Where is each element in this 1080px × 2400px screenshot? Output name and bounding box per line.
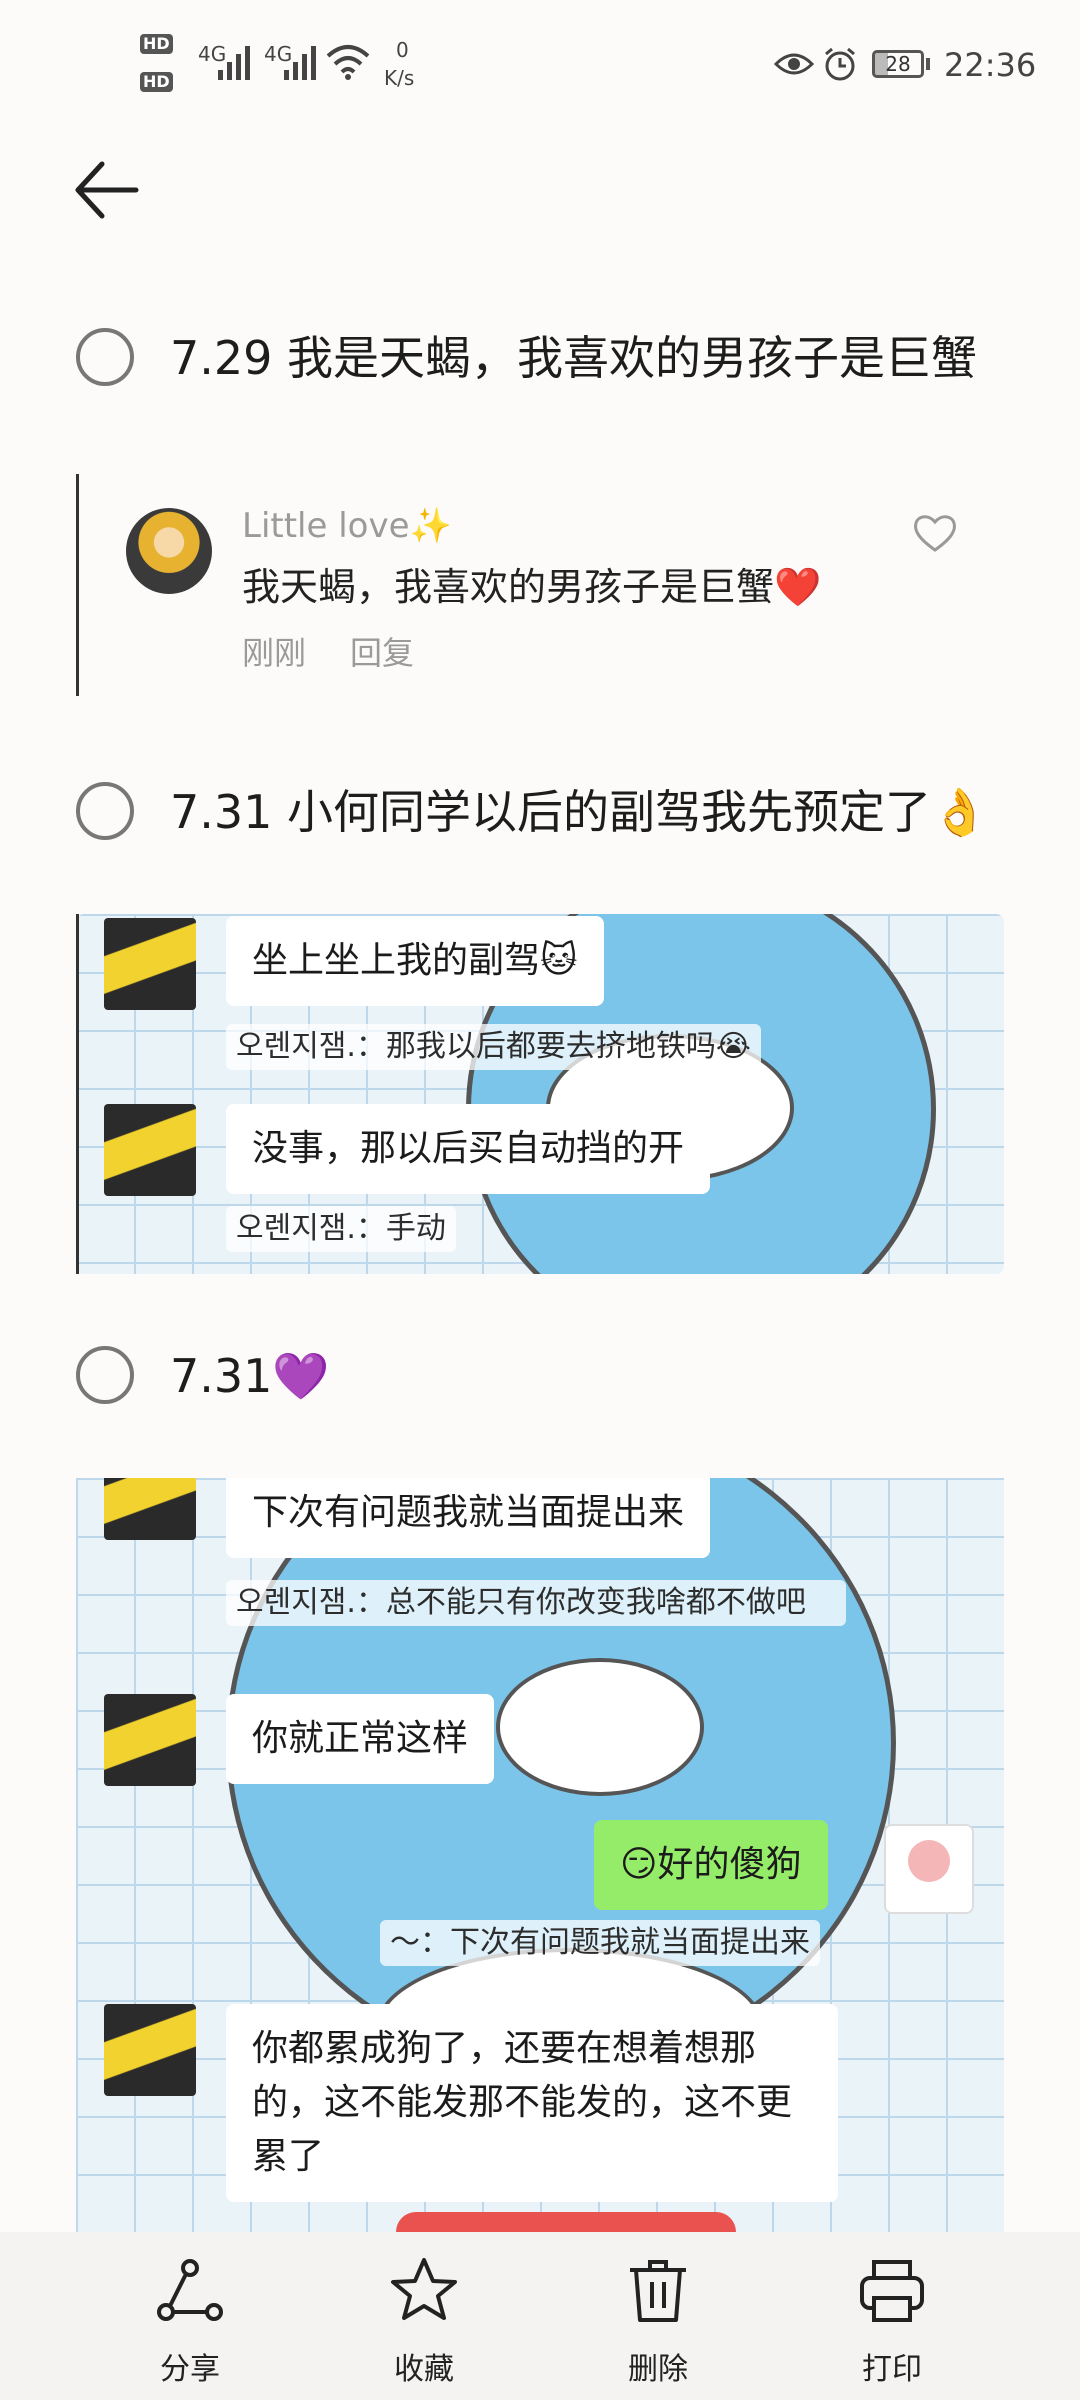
- printer-icon: [860, 2260, 924, 2322]
- chat-screenshot: 坐上坐上我的副驾🐱 오렌지잼.：那我以后都要去挤地铁吗😭 没事，那以后买自动挡的…: [76, 914, 1004, 1274]
- battery-tip: [926, 58, 930, 70]
- chat-bubble: 没事，那以后买自动挡的开: [226, 1104, 711, 1194]
- chat-bubble: 你都累成狗了，还要在想着想那的，这不能发那不能发的，这不更累了: [226, 2004, 838, 2202]
- status-bar: HD HD 4G 4G 0 K/s 28 22:36: [0, 0, 1080, 130]
- chat-bubble: 你就正常这样: [226, 1694, 495, 1784]
- avatar[interactable]: [126, 508, 212, 594]
- print-button[interactable]: 打印: [812, 2232, 972, 2400]
- cartoon-eyes: [496, 1658, 704, 1796]
- signal-icon: [284, 46, 316, 80]
- quote-bar: [76, 914, 79, 1274]
- battery-indicator: 28: [872, 50, 924, 78]
- todo-date: 7.31: [170, 1349, 273, 1403]
- share-button[interactable]: 分享: [110, 2232, 270, 2400]
- chat-avatar: [104, 1478, 196, 1540]
- reply-link[interactable]: 回复: [350, 628, 414, 674]
- todo-text: 💜: [272, 1349, 330, 1403]
- signal-icon: [218, 46, 250, 80]
- todo-date: 7.29: [170, 331, 273, 385]
- todo-text: 我是天蝎，我喜欢的男孩子是巨蟹: [287, 331, 978, 385]
- todo-item-2: 7.31 小何同学以后的副驾我先预定了👌: [170, 782, 988, 842]
- todo-checkbox[interactable]: [76, 328, 134, 386]
- chat-bubble-self: 😏好的傻狗: [594, 1820, 828, 1910]
- quoted-message: 오렌지잼.：总不能只有你改变我啥都不做吧: [226, 1580, 846, 1626]
- chat-avatar: [104, 2004, 196, 2096]
- quote-bar: [76, 474, 79, 696]
- sim2-hd-badge: HD: [140, 72, 173, 92]
- trash-icon: [630, 2260, 686, 2322]
- todo-checkbox[interactable]: [76, 1346, 134, 1404]
- todo-checkbox[interactable]: [76, 782, 134, 840]
- comment-text: 我天蝎，我喜欢的男孩子是巨蟹❤️: [242, 565, 822, 609]
- chat-avatar: [104, 918, 196, 1010]
- todo-item-1: 7.29 我是天蝎，我喜欢的男孩子是巨蟹: [170, 328, 977, 388]
- network-speed-value: 0: [396, 38, 409, 62]
- todo-item-3: 7.31💜: [170, 1346, 330, 1406]
- heart-icon[interactable]: [912, 512, 958, 554]
- star-icon: [391, 2258, 457, 2320]
- chat-screenshot: 下次有问题我就当面提出来 오렌지잼.：总不能只有你改变我啥都不做吧 你就正常这样…: [76, 1478, 1004, 2232]
- chat-avatar: [104, 1694, 196, 1786]
- clock-time: 22:36: [944, 46, 1037, 84]
- network-speed-unit: K/s: [384, 66, 415, 90]
- cartoon-tongue: [396, 2212, 736, 2232]
- bottom-toolbar: 分享 收藏 删除 打印: [0, 2232, 1080, 2400]
- sim1-hd-badge: HD: [140, 34, 173, 54]
- delete-button[interactable]: 删除: [578, 2232, 738, 2400]
- delete-label: 删除: [628, 2352, 688, 2387]
- favorite-label: 收藏: [394, 2352, 454, 2387]
- comment-author: Little love✨: [242, 506, 452, 546]
- wifi-icon: [326, 45, 370, 80]
- quoted-message: ～：下次有问题我就当面提出来: [380, 1920, 820, 1966]
- quoted-message: 오렌지잼.：那我以后都要去挤地铁吗😭: [226, 1024, 761, 1070]
- print-label: 打印: [862, 2352, 922, 2387]
- quoted-message: 오렌지잼.：手动: [226, 1206, 456, 1252]
- share-icon: [157, 2259, 223, 2321]
- back-arrow-icon[interactable]: [70, 150, 150, 230]
- chat-bubble: 下次有问题我就当面提出来: [226, 1478, 711, 1558]
- alarm-icon: [825, 47, 855, 81]
- favorite-button[interactable]: 收藏: [344, 2232, 504, 2400]
- eye-icon: [774, 53, 814, 75]
- avatar-face: [908, 1840, 950, 1882]
- todo-date: 7.31: [170, 785, 273, 839]
- self-avatar: [884, 1824, 974, 1914]
- chat-bubble: 坐上坐上我的副驾🐱: [226, 916, 604, 1006]
- comment-time: 刚刚: [242, 634, 307, 672]
- share-label: 分享: [160, 2352, 220, 2387]
- chat-avatar: [104, 1104, 196, 1196]
- todo-text: 小何同学以后的副驾我先预定了👌: [287, 785, 989, 839]
